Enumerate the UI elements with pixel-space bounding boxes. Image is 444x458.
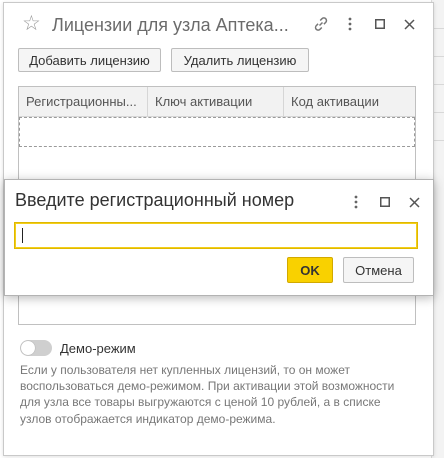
- demo-mode-toggle[interactable]: [20, 340, 52, 356]
- toggle-knob: [21, 341, 35, 355]
- close-icon[interactable]: [400, 15, 418, 33]
- registration-number-input[interactable]: [14, 222, 418, 249]
- star-icon[interactable]: ☆: [22, 13, 41, 34]
- maximize-icon[interactable]: [371, 15, 389, 33]
- registration-number-dialog: Введите регистрационный номер OK Отмена: [4, 179, 434, 296]
- column-header-registration[interactable]: Регистрационны...: [19, 87, 147, 116]
- remove-license-button[interactable]: Удалить лицензию: [171, 48, 309, 72]
- demo-mode-label: Демо-режим: [60, 341, 136, 356]
- ok-button[interactable]: OK: [287, 257, 333, 283]
- demo-mode-hint: Если у пользователя нет купленных лиценз…: [20, 363, 395, 426]
- more-vertical-icon[interactable]: [341, 15, 359, 33]
- close-icon[interactable]: [405, 193, 423, 211]
- more-vertical-icon[interactable]: [347, 193, 365, 211]
- add-license-button[interactable]: Добавить лицензию: [18, 48, 161, 72]
- maximize-icon[interactable]: [376, 193, 394, 211]
- window-title: Лицензии для узла Аптека...: [52, 15, 289, 35]
- link-icon[interactable]: [312, 15, 330, 33]
- column-header-activation-code[interactable]: Код активации: [283, 87, 415, 116]
- column-header-activation-key[interactable]: Ключ активации: [147, 87, 283, 116]
- cancel-button[interactable]: Отмена: [343, 257, 414, 283]
- table-header: Регистрационны... Ключ активации Код акт…: [19, 87, 415, 117]
- dialog-title: Введите регистрационный номер: [15, 190, 295, 210]
- text-caret: [22, 228, 23, 243]
- table-row[interactable]: [19, 117, 415, 147]
